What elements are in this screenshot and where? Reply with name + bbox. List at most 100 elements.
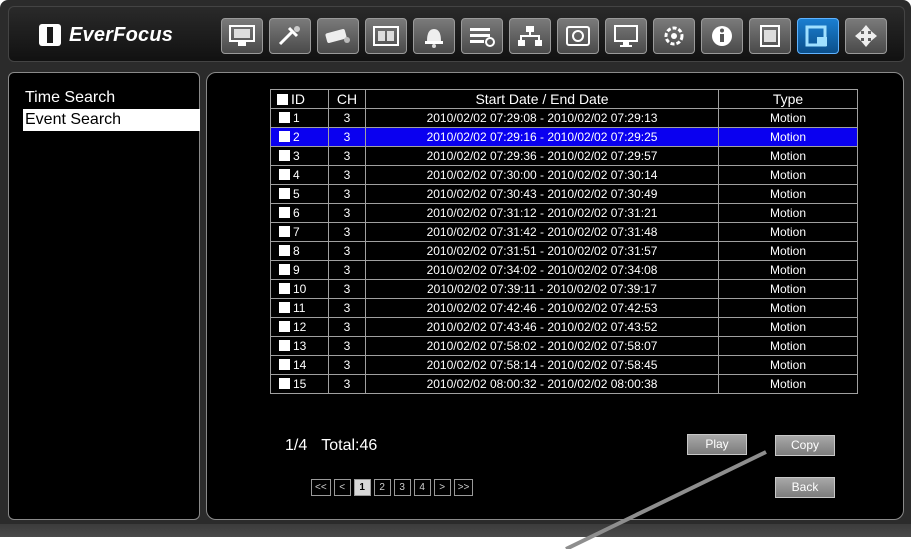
- table-row[interactable]: 10 3 2010/02/02 07:39:11 - 2010/02/02 07:3…: [270, 279, 858, 299]
- display-icon: [614, 25, 638, 47]
- table-row[interactable]: 9 3 2010/02/02 07:34:02 - 2010/02/02 07:34…: [270, 260, 858, 280]
- alarm-bell-button[interactable]: [413, 18, 455, 54]
- ptz-move-button[interactable]: [845, 18, 887, 54]
- table-row[interactable]: 5 3 2010/02/02 07:30:43 - 2010/02/02 07:30…: [270, 184, 858, 204]
- table-row[interactable]: 1 3 2010/02/02 07:29:08 - 2010/02/02 07:29…: [270, 108, 858, 128]
- row-id-cell[interactable]: 15: [270, 374, 329, 394]
- row-id-cell[interactable]: 4: [270, 165, 329, 185]
- row-id-cell[interactable]: 14: [270, 355, 329, 375]
- table-row[interactable]: 14 3 2010/02/02 07:58:14 - 2010/02/02 07:5…: [270, 355, 858, 375]
- play-button[interactable]: Play: [687, 434, 747, 455]
- row-channel: 3: [328, 146, 366, 166]
- table-row[interactable]: 15 3 2010/02/02 08:00:32 - 2010/02/02 08:0…: [270, 374, 858, 394]
- row-checkbox[interactable]: [279, 169, 290, 180]
- info-button[interactable]: [701, 18, 743, 54]
- brand-mark-icon: [39, 24, 61, 46]
- row-checkbox[interactable]: [279, 188, 290, 199]
- row-id: 9: [293, 263, 300, 277]
- tools-button[interactable]: [269, 18, 311, 54]
- row-id-cell[interactable]: 8: [270, 241, 329, 261]
- select-all-checkbox[interactable]: [277, 94, 288, 105]
- row-id-cell[interactable]: 7: [270, 222, 329, 242]
- row-id-cell[interactable]: 10: [270, 279, 329, 299]
- row-checkbox[interactable]: [279, 245, 290, 256]
- row-checkbox[interactable]: [279, 150, 290, 161]
- row-checkbox[interactable]: [279, 264, 290, 275]
- row-type: Motion: [718, 298, 858, 318]
- next-page-button[interactable]: >: [433, 479, 451, 496]
- row-checkbox[interactable]: [279, 378, 290, 389]
- monitor-icon: [229, 25, 255, 46]
- row-id-cell[interactable]: 1: [270, 108, 329, 128]
- table-row[interactable]: 13 3 2010/02/02 07:58:02 - 2010/02/02 07:5…: [270, 336, 858, 356]
- row-id: 6: [293, 206, 300, 220]
- table-row[interactable]: 6 3 2010/02/02 07:31:12 - 2010/02/02 07:31…: [270, 203, 858, 223]
- page-1-button[interactable]: 1: [353, 479, 371, 496]
- row-checkbox[interactable]: [279, 226, 290, 237]
- monitor-button[interactable]: [221, 18, 263, 54]
- row-id-cell[interactable]: 13: [270, 336, 329, 356]
- row-checkbox[interactable]: [279, 283, 290, 294]
- dvr-frame: EverFocus Time Search Event Search ID CH…: [0, 0, 911, 537]
- bottom-status-strip: [0, 524, 911, 537]
- row-date-range: 2010/02/02 07:42:46 - 2010/02/02 07:42:5…: [365, 298, 719, 318]
- table-row[interactable]: 7 3 2010/02/02 07:31:42 - 2010/02/02 07:31…: [270, 222, 858, 242]
- row-date-range: 2010/02/02 07:31:12 - 2010/02/02 07:31:2…: [365, 203, 719, 223]
- table-row[interactable]: 12 3 2010/02/02 07:43:46 - 2010/02/02 07:4…: [270, 317, 858, 337]
- page-3-button[interactable]: 3: [393, 479, 411, 496]
- pager: << <1 2 3 4 > >>: [311, 479, 474, 496]
- back-button[interactable]: Back: [775, 477, 835, 498]
- row-id: 4: [293, 168, 300, 182]
- row-id-cell[interactable]: 2: [270, 127, 329, 147]
- table-row[interactable]: 4 3 2010/02/02 07:30:00 - 2010/02/02 07:30…: [270, 165, 858, 185]
- row-id-cell[interactable]: 12: [270, 317, 329, 337]
- row-channel: 3: [328, 336, 366, 356]
- network-button[interactable]: [509, 18, 551, 54]
- row-checkbox[interactable]: [279, 359, 290, 370]
- row-checkbox[interactable]: [279, 112, 290, 123]
- prev-page-button[interactable]: <: [333, 479, 351, 496]
- row-type: Motion: [718, 279, 858, 299]
- settings-gear-button[interactable]: [653, 18, 695, 54]
- row-checkbox[interactable]: [279, 340, 290, 351]
- brand-name: EverFocus: [69, 23, 174, 46]
- menu-item-time-search[interactable]: Time Search: [23, 87, 200, 109]
- row-type: Motion: [718, 336, 858, 356]
- search-icon: [805, 25, 827, 47]
- archive-button[interactable]: [749, 18, 791, 54]
- row-id-cell[interactable]: 6: [270, 203, 329, 223]
- row-id-cell[interactable]: 9: [270, 260, 329, 280]
- camera-button[interactable]: [317, 18, 359, 54]
- row-checkbox[interactable]: [279, 207, 290, 218]
- table-row[interactable]: 3 3 2010/02/02 07:29:36 - 2010/02/02 07:29…: [270, 146, 858, 166]
- row-id-cell[interactable]: 3: [270, 146, 329, 166]
- page-4-button[interactable]: 4: [413, 479, 431, 496]
- row-id-cell[interactable]: 11: [270, 298, 329, 318]
- row-date-range: 2010/02/02 07:58:14 - 2010/02/02 07:58:4…: [365, 355, 719, 375]
- row-date-range: 2010/02/02 08:00:32 - 2010/02/02 08:00:3…: [365, 374, 719, 394]
- table-row[interactable]: 11 3 2010/02/02 07:42:46 - 2010/02/02 07:4…: [270, 298, 858, 318]
- search-button[interactable]: [797, 18, 839, 54]
- row-checkbox[interactable]: [279, 131, 290, 142]
- row-channel: 3: [328, 317, 366, 337]
- last-page-button[interactable]: >>: [453, 479, 474, 496]
- row-checkbox[interactable]: [279, 321, 290, 332]
- row-id-cell[interactable]: 5: [270, 184, 329, 204]
- event-table-body: 1 3 2010/02/02 07:29:08 - 2010/02/02 07:29…: [270, 108, 858, 394]
- table-row[interactable]: 8 3 2010/02/02 07:31:51 - 2010/02/02 07:31…: [270, 241, 858, 261]
- info-icon: [712, 26, 732, 46]
- record-schedule-button[interactable]: [461, 18, 503, 54]
- film-button[interactable]: [365, 18, 407, 54]
- header-ch: CH: [328, 89, 366, 109]
- header-id[interactable]: ID: [270, 89, 329, 109]
- disk-button[interactable]: [557, 18, 599, 54]
- menu-item-event-search[interactable]: Event Search: [23, 109, 200, 131]
- row-channel: 3: [328, 260, 366, 280]
- table-row[interactable]: 2 3 2010/02/02 07:29:16 - 2010/02/02 07:29…: [270, 127, 858, 147]
- row-checkbox[interactable]: [279, 302, 290, 313]
- page-2-button[interactable]: 2: [373, 479, 391, 496]
- row-type: Motion: [718, 127, 858, 147]
- first-page-button[interactable]: <<: [311, 479, 331, 496]
- display-button[interactable]: [605, 18, 647, 54]
- copy-button[interactable]: Copy: [775, 435, 835, 456]
